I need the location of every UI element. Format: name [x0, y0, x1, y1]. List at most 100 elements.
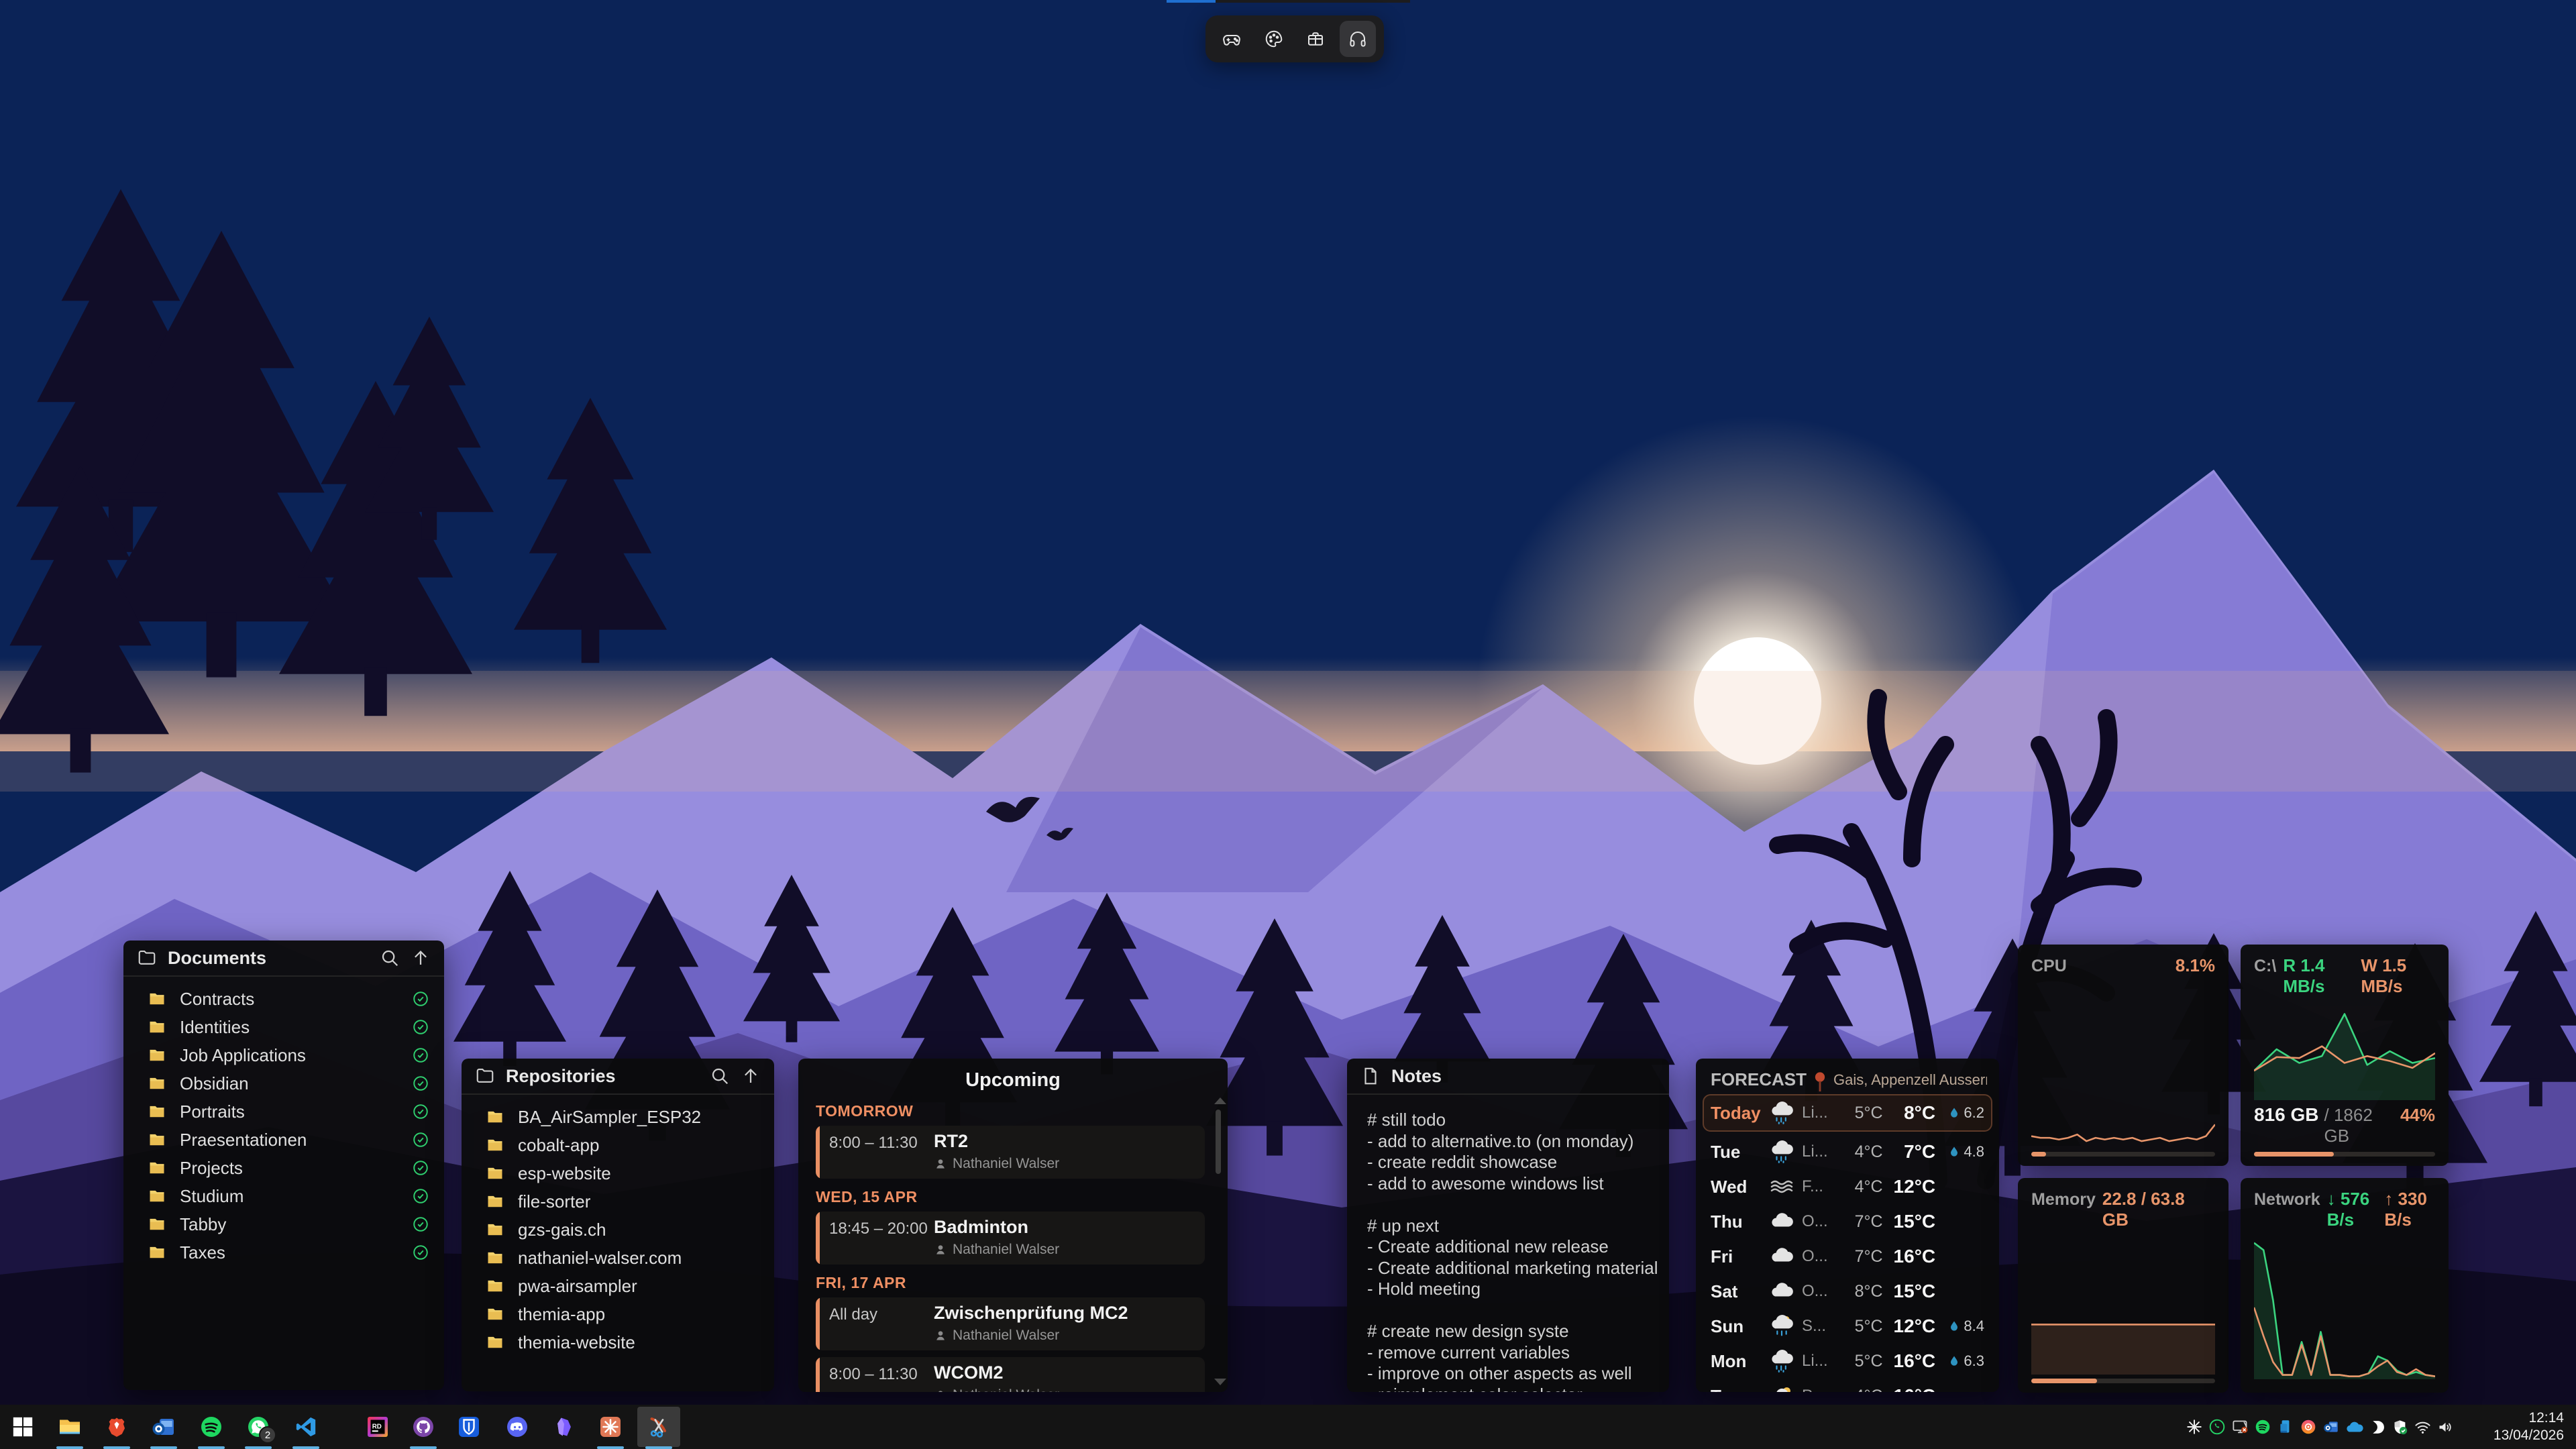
- whatsapp-tray-icon[interactable]: [2206, 1405, 2229, 1449]
- forecast-location[interactable]: Gais, Appenzell Ausserrhoden, S...: [1833, 1071, 1987, 1089]
- scrollbar-thumb[interactable]: [1216, 1110, 1221, 1174]
- running-indicator: [410, 1446, 437, 1449]
- glance-taskbar-button[interactable]: [588, 1405, 633, 1449]
- note-line: [1367, 1194, 1649, 1216]
- list-item[interactable]: pwa-airsampler: [462, 1272, 774, 1300]
- vscode-taskbar-button[interactable]: [284, 1405, 328, 1449]
- forecast-row[interactable]: FriO...7°C16°C: [1703, 1239, 1992, 1274]
- folder-icon: [148, 989, 166, 1008]
- event-card[interactable]: 8:00 – 11:30RT2Nathaniel Walser: [816, 1126, 1205, 1179]
- forecast-row[interactable]: ThuO...7°C15°C: [1703, 1204, 1992, 1239]
- bitwarden-taskbar-button[interactable]: [447, 1405, 491, 1449]
- gamepad-toolbar-button[interactable]: [1214, 21, 1250, 57]
- github-taskbar-button[interactable]: [401, 1405, 445, 1449]
- weather-cloud-icon: [1768, 1246, 1802, 1267]
- phone-tray-icon[interactable]: [2274, 1405, 2297, 1449]
- event-card[interactable]: 18:45 – 20:00BadmintonNathaniel Walser: [816, 1212, 1205, 1265]
- outlook-taskbar-button[interactable]: [142, 1405, 186, 1449]
- list-item[interactable]: Studium: [123, 1182, 444, 1210]
- scroll-up-icon[interactable]: [1214, 1097, 1226, 1104]
- temp-max: 15°C: [1883, 1281, 1935, 1302]
- list-item[interactable]: Identities: [123, 1013, 444, 1041]
- list-item[interactable]: themia-app: [462, 1300, 774, 1328]
- repositories-list: BA_AirSampler_ESP32cobalt-app esp-website…: [462, 1095, 774, 1356]
- starburst-tray-icon[interactable]: [2183, 1405, 2206, 1449]
- display-off-tray-icon[interactable]: [2229, 1405, 2251, 1449]
- whatsapp-taskbar-button[interactable]: 2: [236, 1405, 280, 1449]
- security-tray-icon[interactable]: [2388, 1405, 2411, 1449]
- list-item[interactable]: cobalt-app: [462, 1131, 774, 1159]
- obsidian-taskbar-button[interactable]: [542, 1405, 586, 1449]
- folder-icon: [148, 1187, 166, 1205]
- brave-taskbar-button[interactable]: [95, 1405, 139, 1449]
- folder-icon: [486, 1333, 504, 1352]
- list-item[interactable]: Obsidian: [123, 1069, 444, 1097]
- documents-header: Documents: [123, 941, 444, 977]
- section-header: WED, 15 APR: [816, 1188, 1205, 1206]
- person-icon: [934, 1243, 947, 1256]
- rider-taskbar-button[interactable]: RD: [356, 1405, 400, 1449]
- rider-icon: RD: [366, 1415, 390, 1439]
- list-item[interactable]: Tabby: [123, 1210, 444, 1238]
- outlook-tray-icon[interactable]: [2320, 1405, 2343, 1449]
- list-item[interactable]: Projects: [123, 1154, 444, 1182]
- search-icon[interactable]: [380, 948, 400, 968]
- wifi-tray-icon[interactable]: [2411, 1405, 2434, 1449]
- upcoming-scrollbar[interactable]: [1213, 1097, 1222, 1385]
- snip-taskbar-button[interactable]: [637, 1405, 681, 1449]
- list-item[interactable]: esp-website: [462, 1159, 774, 1187]
- event-title: WCOM2: [934, 1362, 1059, 1383]
- arrow-up-icon[interactable]: [741, 1066, 761, 1086]
- event-time: 8:00 – 11:30: [829, 1362, 928, 1392]
- list-item[interactable]: Portraits: [123, 1097, 444, 1126]
- note-line: - add to alternative.to (on monday): [1367, 1131, 1649, 1152]
- briefcase-toolbar-button[interactable]: [1297, 21, 1334, 57]
- person-icon: [934, 1157, 947, 1171]
- settings-orange-tray-icon[interactable]: [2297, 1405, 2320, 1449]
- clock-time: 12:14: [2463, 1409, 2564, 1427]
- spotify-tray-icon[interactable]: [2251, 1405, 2274, 1449]
- running-indicator: [597, 1446, 624, 1449]
- list-item[interactable]: BA_AirSampler_ESP32: [462, 1103, 774, 1131]
- search-icon[interactable]: [710, 1066, 730, 1086]
- forecast-row[interactable]: WedF...4°C12°C: [1703, 1169, 1992, 1204]
- onedrive-tray-icon[interactable]: [2343, 1405, 2365, 1449]
- notes-widget: Notes # still todo- add to alternative.t…: [1347, 1059, 1669, 1392]
- forecast-row[interactable]: TodayLi...5°C8°C6.2: [1703, 1094, 1992, 1132]
- scroll-down-icon[interactable]: [1214, 1379, 1226, 1385]
- folder-icon: [486, 1136, 504, 1155]
- arrow-up-icon[interactable]: [411, 948, 431, 968]
- palette-toolbar-button[interactable]: [1256, 21, 1292, 57]
- event-time: All day: [829, 1303, 928, 1344]
- volume-tray-icon[interactable]: [2434, 1405, 2457, 1449]
- list-item[interactable]: Contracts: [123, 985, 444, 1013]
- list-item[interactable]: Praesentationen: [123, 1126, 444, 1154]
- section-header: TOMORROW: [816, 1102, 1205, 1120]
- spotify-taskbar-button[interactable]: [189, 1405, 233, 1449]
- d-app-tray-icon[interactable]: [2365, 1405, 2388, 1449]
- forecast-day: Sun: [1711, 1316, 1768, 1337]
- list-item[interactable]: Taxes: [123, 1238, 444, 1267]
- list-item[interactable]: Job Applications: [123, 1041, 444, 1069]
- list-item[interactable]: gzs-gais.ch: [462, 1216, 774, 1244]
- forecast-row[interactable]: SunS...5°C12°C8.4: [1703, 1309, 1992, 1344]
- forecast-row[interactable]: MonLi...5°C16°C6.3: [1703, 1344, 1992, 1379]
- list-item[interactable]: nathaniel-walser.com: [462, 1244, 774, 1272]
- palette-icon: [1264, 29, 1284, 49]
- event-card[interactable]: All dayZwischenprüfung MC2Nathaniel Wals…: [816, 1297, 1205, 1350]
- forecast-row[interactable]: TueP...4°C16°C: [1703, 1379, 1992, 1392]
- list-item[interactable]: themia-website: [462, 1328, 774, 1356]
- forecast-row[interactable]: TueLi...4°C7°C4.8: [1703, 1134, 1992, 1169]
- temp-max: 12°C: [1883, 1316, 1935, 1337]
- headphones-toolbar-button[interactable]: [1340, 21, 1376, 57]
- event-card[interactable]: 8:00 – 11:30WCOM2Nathaniel Walser: [816, 1357, 1205, 1392]
- forecast-row[interactable]: SatO...8°C15°C: [1703, 1274, 1992, 1309]
- folder-icon: [148, 1215, 166, 1234]
- discord-taskbar-button[interactable]: [495, 1405, 539, 1449]
- list-item[interactable]: file-sorter: [462, 1187, 774, 1216]
- start-taskbar-button[interactable]: [1, 1405, 45, 1449]
- taskbar-clock[interactable]: 12:14 13/04/2026: [2457, 1409, 2576, 1444]
- file-explorer-taskbar-button[interactable]: [48, 1405, 92, 1449]
- notes-content[interactable]: # still todo- add to alternative.to (on …: [1347, 1095, 1669, 1392]
- item-label: esp-website: [518, 1163, 759, 1184]
